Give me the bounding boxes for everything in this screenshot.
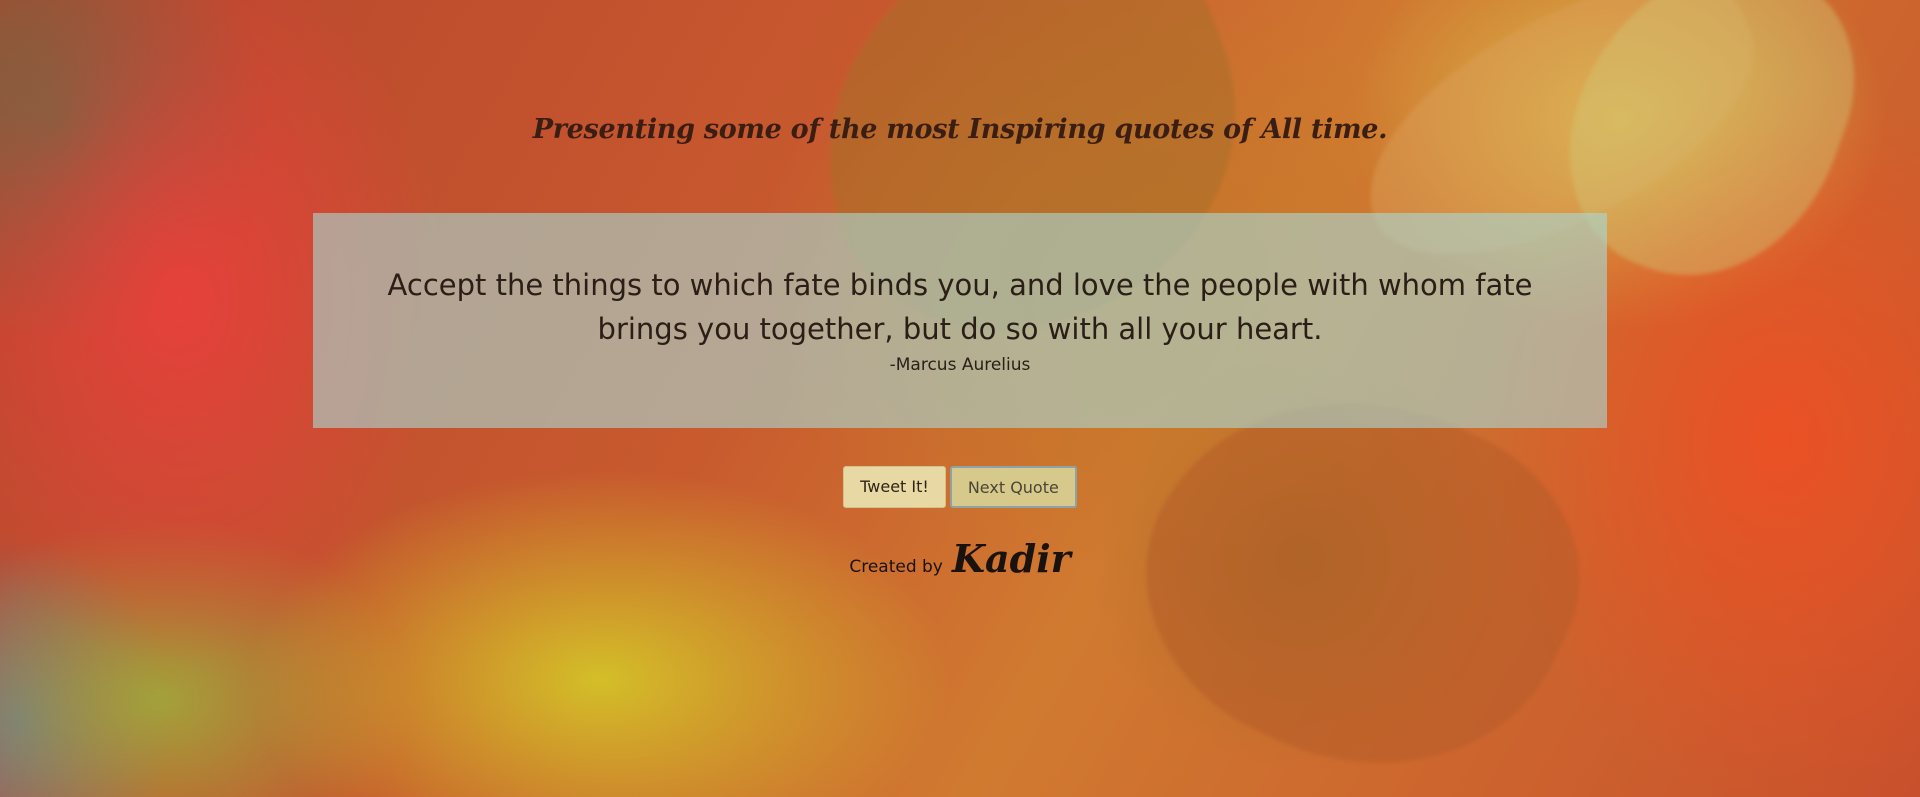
created-by-label: Created by <box>849 557 943 577</box>
action-buttons: Tweet It! Next Quote <box>0 466 1920 508</box>
author-name: Kadir <box>951 536 1071 581</box>
page-content: Presenting some of the most Inspiring qu… <box>0 0 1920 797</box>
next-quote-button[interactable]: Next Quote <box>949 466 1077 508</box>
footer-credit: Created by Kadir <box>0 536 1920 581</box>
tweet-button[interactable]: Tweet It! <box>843 466 946 508</box>
quote-text: Accept the things to which fate binds yo… <box>387 268 1533 346</box>
page-title: Presenting some of the most Inspiring qu… <box>532 114 1388 145</box>
quote-box: Accept the things to which fate binds yo… <box>313 213 1607 428</box>
quote-author: -Marcus Aurelius <box>889 355 1031 375</box>
